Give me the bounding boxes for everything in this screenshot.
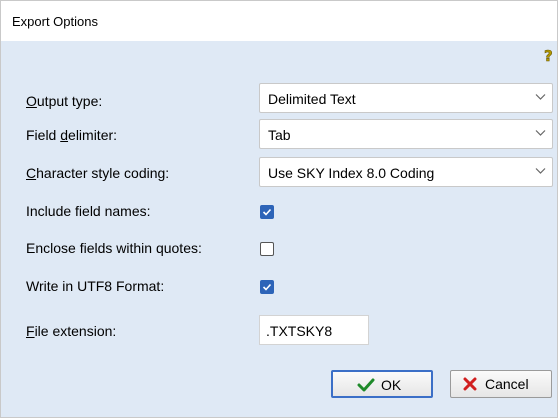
enclose-quotes-checkbox[interactable]	[260, 242, 274, 256]
field-delimiter-value: Tab	[268, 127, 291, 143]
output-type-label: Output type:	[26, 93, 103, 109]
checkmark-icon	[262, 208, 272, 216]
chevron-down-icon	[535, 94, 546, 100]
file-extension-input[interactable]: .TXTSKY8	[259, 315, 369, 345]
field-delimiter-select[interactable]: Tab	[259, 119, 553, 149]
enclose-quotes-label: Enclose fields within quotes:	[26, 240, 202, 256]
char-style-coding-label: Character style coding:	[26, 165, 170, 181]
checkmark-icon	[357, 378, 375, 392]
write-utf8-label: Write in UTF8 Format:	[26, 278, 165, 294]
cancel-label: Cancel	[485, 376, 529, 392]
ok-button[interactable]: OK	[331, 370, 433, 398]
output-type-select[interactable]: Delimited Text	[259, 83, 553, 113]
char-style-coding-select[interactable]: Use SKY Index 8.0 Coding	[259, 157, 553, 187]
chevron-down-icon	[535, 168, 546, 174]
window-title: Export Options	[12, 14, 98, 29]
chevron-down-icon	[535, 130, 546, 136]
export-options-dialog: Export Options ? Output type: Delimited …	[0, 0, 558, 418]
include-field-names-label: Include field names:	[26, 203, 151, 219]
char-style-coding-value: Use SKY Index 8.0 Coding	[268, 165, 435, 181]
file-extension-label: File extension:	[26, 323, 117, 339]
help-icon[interactable]: ?	[543, 47, 557, 65]
include-field-names-checkbox[interactable]	[260, 205, 274, 219]
field-delimiter-label: Field delimiter:	[26, 127, 118, 143]
file-extension-value: .TXTSKY8	[266, 323, 333, 339]
red-x-icon	[463, 377, 477, 391]
checkmark-icon	[262, 283, 272, 291]
output-type-value: Delimited Text	[268, 91, 356, 107]
dialog-client-area: ? Output type: Delimited Text Field deli…	[1, 41, 557, 417]
write-utf8-checkbox[interactable]	[260, 280, 274, 294]
title-bar: Export Options	[1, 1, 557, 41]
cancel-button[interactable]: Cancel	[450, 370, 552, 398]
ok-label: OK	[381, 377, 402, 393]
svg-text:?: ?	[544, 47, 553, 65]
